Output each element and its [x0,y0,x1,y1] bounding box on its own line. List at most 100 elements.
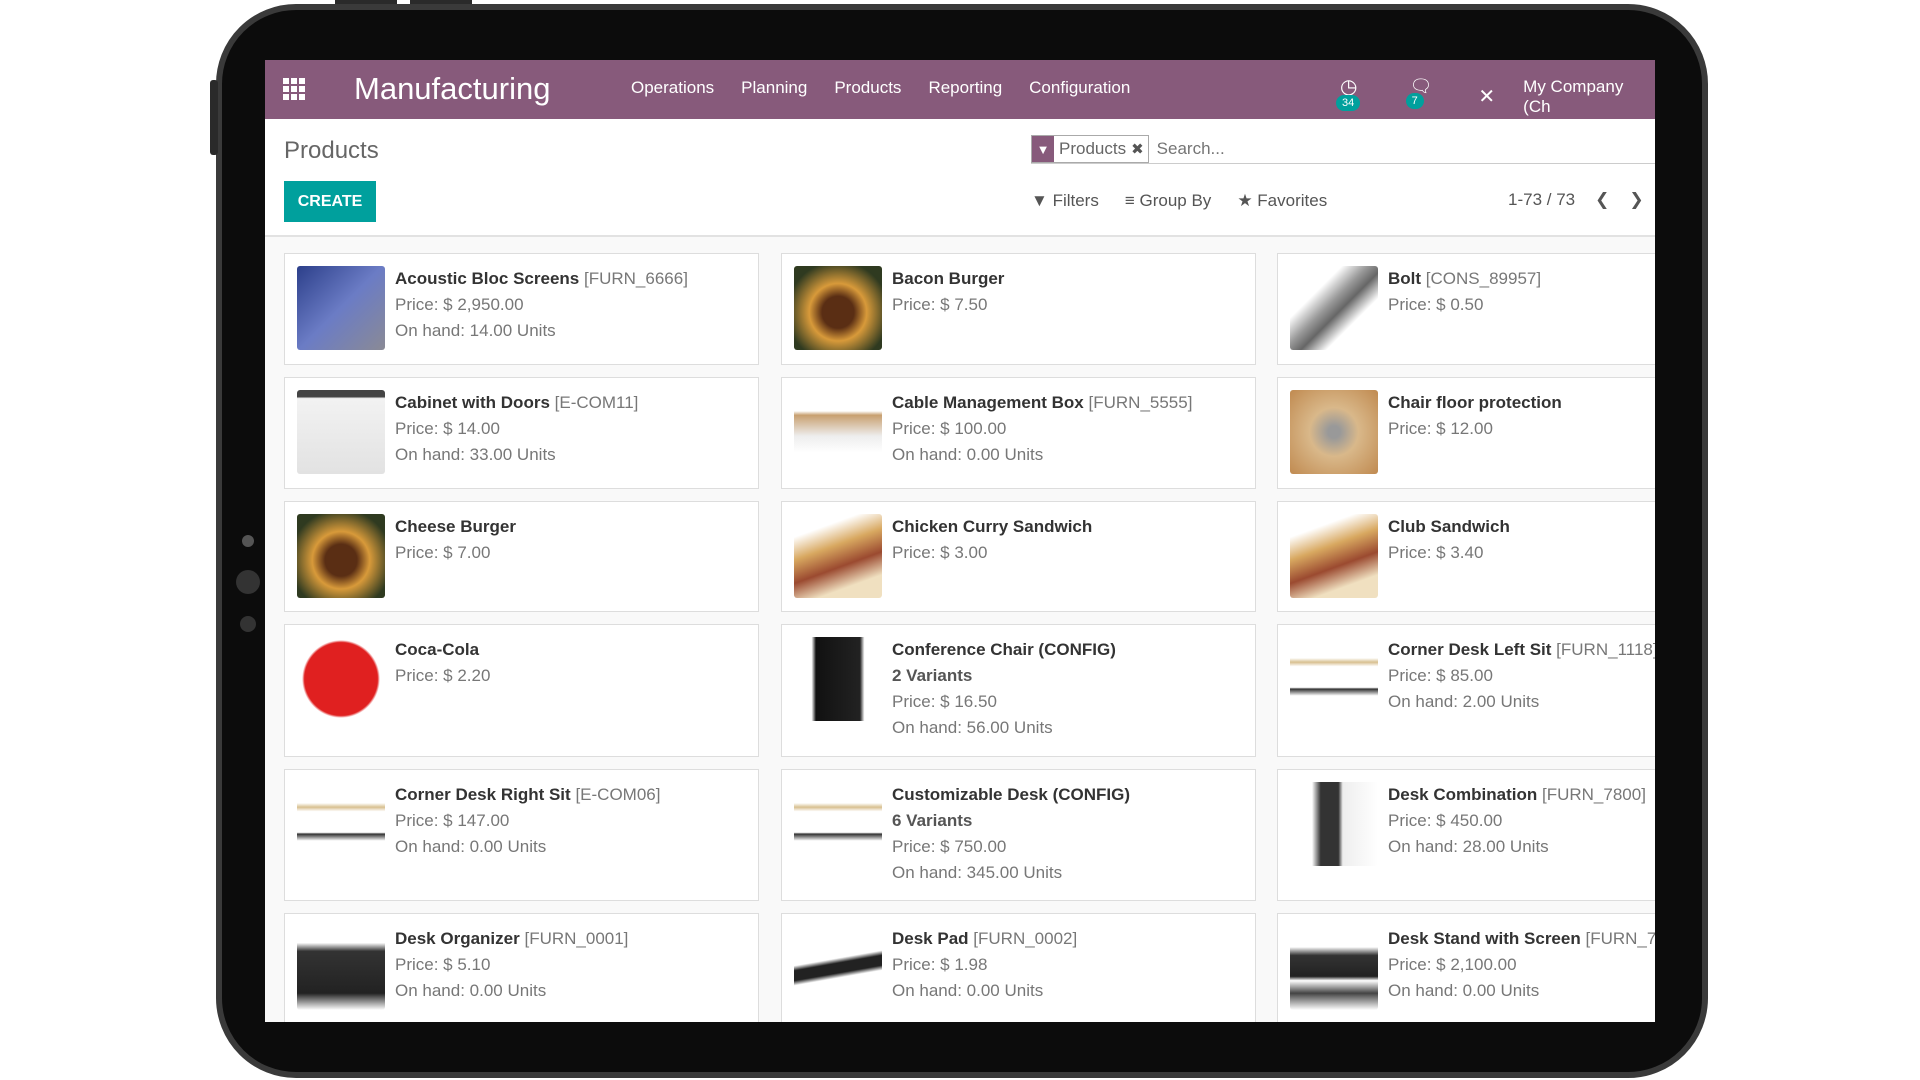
group-by-button[interactable]: ≡ Group By [1125,191,1211,211]
product-image [794,266,882,350]
product-price: Price: $ 3.00 [892,543,988,562]
product-on-hand: On hand: 0.00 Units [395,981,547,1000]
product-price: Price: $ 14.00 [395,419,500,438]
activity-button[interactable]: ◷34 [1336,74,1382,119]
product-name: Bacon Burger [892,269,1005,288]
product-info: Conference Chair (CONFIG) 2 Variants Price… [892,637,1116,741]
product-price: Price: $ 7.50 [892,295,988,314]
filters-button[interactable]: ▼ Filters [1031,191,1099,211]
menu-planning[interactable]: Planning [741,78,807,98]
product-name: Cabinet with Doors [395,393,550,412]
product-name: Desk Pad [892,929,969,948]
product-card[interactable]: Desk Stand with Screen [FURN_78 Price: $ … [1277,913,1655,1022]
app-screen: Manufacturing Operations Planning Produc… [265,60,1655,1022]
product-card[interactable]: Chair floor protection Price: $ 12.00 [1277,377,1655,489]
menu-reporting[interactable]: Reporting [928,78,1002,98]
product-image [297,926,385,1010]
company-switcher[interactable]: My Company (Ch [1523,77,1655,117]
product-price: Price: $ 147.00 [395,811,510,830]
product-on-hand: On hand: 14.00 Units [395,321,556,340]
pager: 1-73 / 73 ❮ ❯ [1508,190,1644,210]
product-ref: [FURN_0001] [524,929,629,948]
product-price: Price: $ 0.50 [1388,295,1484,314]
tablet-top-button [410,0,472,4]
product-image [1290,782,1378,866]
product-card[interactable]: Desk Pad [FURN_0002] Price: $ 1.98 On hand… [781,913,1256,1022]
product-info: Coca-Cola Price: $ 2.20 [395,637,490,689]
product-image [1290,637,1378,721]
product-ref: [FURN_78 [1585,929,1655,948]
product-on-hand: On hand: 0.00 Units [395,837,547,856]
filters-label: Filters [1052,191,1099,210]
pager-value[interactable]: 1-73 / 73 [1508,190,1575,210]
product-name: Coca-Cola [395,640,480,659]
product-name: Cable Management Box [892,393,1084,412]
group-by-label: Group By [1139,191,1212,210]
product-image [1290,390,1378,474]
messages-badge: 7 [1405,93,1424,109]
product-info: Chicken Curry Sandwich Price: $ 3.00 [892,514,1092,566]
product-name: Chicken Curry Sandwich [892,517,1093,536]
pager-previous-icon[interactable]: ❮ [1595,190,1609,210]
favorites-button[interactable]: ★ Favorites [1237,191,1327,211]
product-card[interactable]: Chicken Curry Sandwich Price: $ 3.00 [781,501,1256,612]
search-bar: ▼ Products ✖ [1031,135,1655,164]
systray: ◷34 🗨7 ✕ My Company (Ch [1336,74,1655,119]
product-card[interactable]: Coca-Cola Price: $ 2.20 [284,624,759,757]
product-card[interactable]: Club Sandwich Price: $ 3.40 [1277,501,1655,612]
app-title: Manufacturing [354,71,551,106]
product-card[interactable]: Corner Desk Right Sit [E-COM06] Price: $ … [284,769,759,901]
product-info: Desk Combination [FURN_7800] Price: $ 450… [1388,782,1646,860]
product-on-hand: On hand: 345.00 Units [892,863,1063,882]
product-name: Chair floor protection [1388,393,1562,412]
product-card[interactable]: Cabinet with Doors [E-COM11] Price: $ 14.… [284,377,759,489]
debug-tools-icon[interactable]: ✕ [1478,84,1495,109]
product-card[interactable]: Cable Management Box [FURN_5555] Price: $… [781,377,1256,489]
product-card[interactable]: Corner Desk Left Sit [FURN_1118] Price: $… [1277,624,1655,757]
camera-icon [242,535,254,547]
product-card[interactable]: Bacon Burger Price: $ 7.50 [781,253,1256,365]
favorites-label: Favorites [1257,191,1328,210]
filter-icon: ▼ [1032,136,1054,162]
product-image [1290,514,1378,598]
product-card[interactable]: Conference Chair (CONFIG) 2 Variants Price… [781,624,1256,757]
tablet-side-button [210,80,218,155]
tablet-top-button [335,0,397,4]
product-card[interactable]: Desk Combination [FURN_7800] Price: $ 450… [1277,769,1655,901]
pager-next-icon[interactable]: ❯ [1629,190,1643,210]
product-name: Acoustic Bloc Screens [395,269,580,288]
list-icon: ≡ [1124,191,1135,210]
product-card[interactable]: Desk Organizer [FURN_0001] Price: $ 5.10 O… [284,913,759,1022]
search-facet: ▼ Products ✖ [1031,135,1149,163]
product-ref: [E-COM06] [575,785,661,804]
product-name: Corner Desk Right Sit [395,785,571,804]
product-card[interactable]: Bolt [CONS_89957] Price: $ 0.50 [1277,253,1655,365]
create-button[interactable]: CREATE [284,181,376,222]
product-price: Price: $ 5.10 [395,955,491,974]
menu-products[interactable]: Products [834,78,901,98]
apps-menu-icon[interactable] [283,78,307,100]
product-ref: [E-COM11] [554,393,639,412]
product-on-hand: On hand: 33.00 Units [395,445,556,464]
product-image [297,514,385,598]
product-card[interactable]: Customizable Desk (CONFIG) 6 Variants Pric… [781,769,1256,901]
product-info: Cabinet with Doors [E-COM11] Price: $ 14.… [395,390,638,468]
kanban-view: Acoustic Bloc Screens [FURN_6666] Price: … [265,237,1655,1022]
menu-operations[interactable]: Operations [631,78,714,98]
product-info: Chair floor protection Price: $ 12.00 [1388,390,1562,442]
remove-facet-icon[interactable]: ✖ [1131,140,1148,158]
top-navbar: Manufacturing Operations Planning Produc… [265,60,1655,119]
product-price: Price: $ 750.00 [892,837,1007,856]
product-card[interactable]: Acoustic Bloc Screens [FURN_6666] Price: … [284,253,759,365]
product-card[interactable]: Cheese Burger Price: $ 7.00 [284,501,759,612]
star-icon: ★ [1237,191,1253,210]
product-on-hand: On hand: 0.00 Units [892,445,1044,464]
search-input[interactable] [1156,139,1557,159]
product-image [297,266,385,350]
product-image [297,637,385,721]
menu-configuration[interactable]: Configuration [1029,78,1130,98]
product-name: Cheese Burger [395,517,516,536]
product-price: Price: $ 16.50 [892,692,997,711]
product-image [1290,926,1378,1010]
messages-button[interactable]: 🗨7 [1405,76,1451,117]
